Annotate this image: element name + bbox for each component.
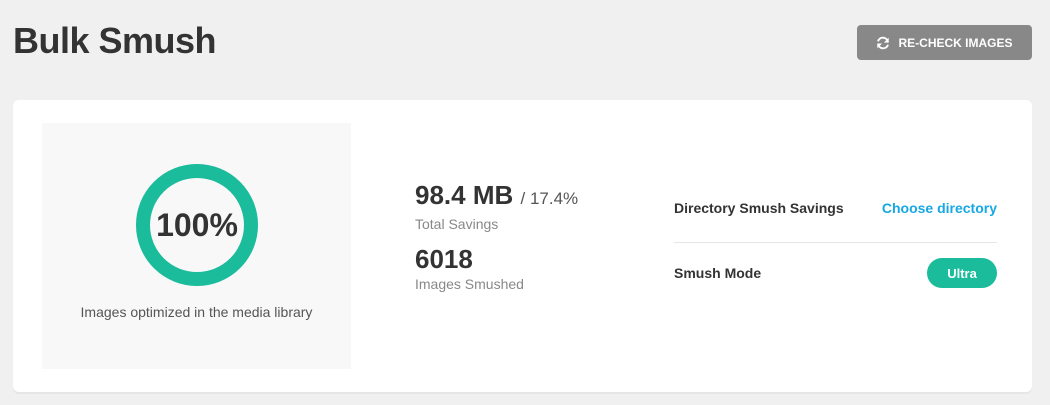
- page-header: Bulk Smush RE-CHECK IMAGES: [0, 0, 1050, 90]
- optimization-score-panel: 100% Images optimized in the media libra…: [42, 123, 351, 369]
- total-savings-label: Total Savings: [415, 216, 499, 232]
- smush-mode-badge[interactable]: Ultra: [927, 258, 997, 288]
- images-smushed-label: Images Smushed: [415, 276, 524, 292]
- optimization-caption: Images optimized in the media library: [80, 304, 313, 320]
- images-smushed-value: 6018: [415, 244, 473, 274]
- total-savings-percent: / 17.4%: [520, 189, 579, 208]
- total-savings-block: 98.4 MB / 17.4% Total Savings: [415, 180, 578, 232]
- smush-mode-row: Smush Mode Ultra: [674, 243, 997, 303]
- smush-mode-label: Smush Mode: [674, 265, 762, 281]
- directory-savings-label: Directory Smush Savings: [674, 200, 844, 216]
- settings-summary: Directory Smush Savings Choose directory…: [674, 187, 997, 303]
- bulk-smush-summary-card: 100% Images optimized in the media libra…: [13, 100, 1032, 392]
- optimization-percent: 100%: [156, 206, 238, 243]
- refresh-icon: [876, 36, 890, 50]
- choose-directory-link[interactable]: Choose directory: [882, 200, 997, 216]
- recheck-images-button[interactable]: RE-CHECK IMAGES: [857, 25, 1032, 60]
- recheck-images-label: RE-CHECK IMAGES: [898, 35, 1013, 50]
- images-smushed-block: 6018 Images Smushed: [415, 244, 578, 292]
- directory-savings-row: Directory Smush Savings Choose directory: [674, 187, 997, 243]
- total-savings-value: 98.4 MB: [415, 180, 514, 210]
- page-title: Bulk Smush: [13, 20, 217, 61]
- savings-stats: 98.4 MB / 17.4% Total Savings 6018 Image…: [415, 180, 578, 292]
